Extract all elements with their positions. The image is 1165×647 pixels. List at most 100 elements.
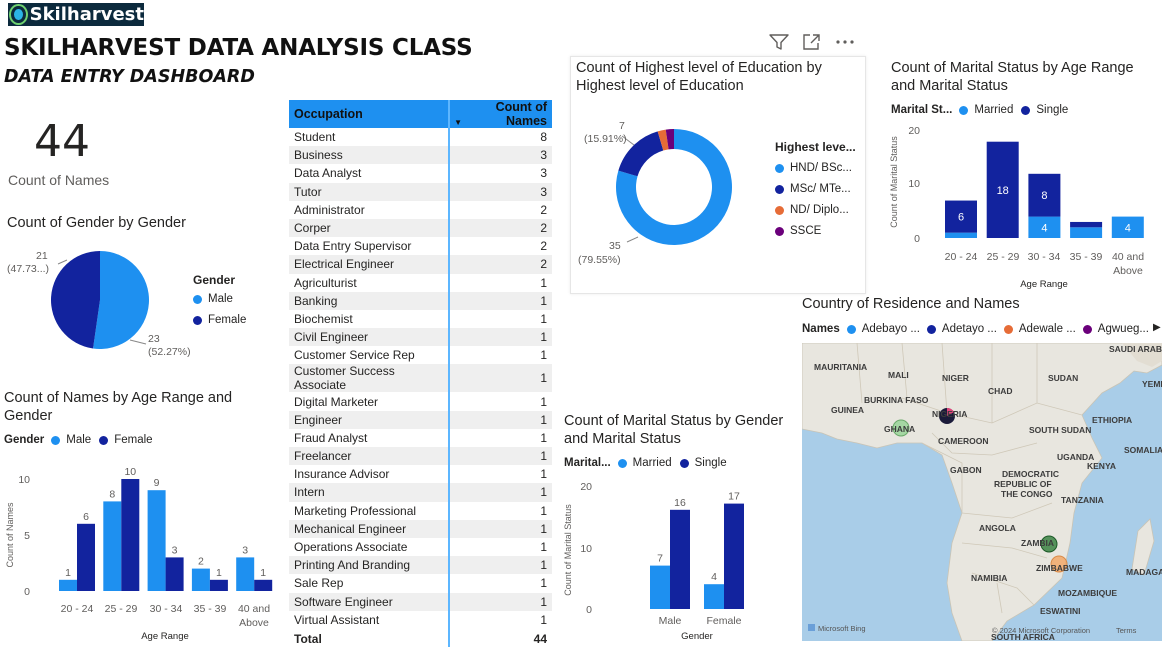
- pie-label-female-value: 21: [36, 250, 48, 262]
- cell-occupation: Virtual Assistant: [294, 612, 380, 627]
- legend-label-male[interactable]: Male: [66, 434, 91, 446]
- table-row[interactable]: Student 8: [289, 128, 552, 147]
- legend-item-female[interactable]: Female: [193, 314, 246, 326]
- table-row[interactable]: Insurance Advisor 1: [289, 465, 552, 484]
- filter-icon[interactable]: [768, 33, 790, 51]
- legend-item[interactable]: ND/ Diplo...: [775, 204, 856, 216]
- legend-label[interactable]: Adetayo ...: [942, 323, 997, 335]
- table-row[interactable]: Data Entry Supervisor 2: [289, 237, 552, 256]
- leader-line-male: [129, 339, 147, 345]
- legend-title: Gender: [193, 273, 236, 287]
- y-tick: 0: [914, 233, 920, 245]
- cell-count: 1: [448, 447, 552, 466]
- table-row[interactable]: Software Engineer 1: [289, 592, 552, 611]
- table-row[interactable]: Customer Service Rep 1: [289, 346, 552, 365]
- cell-count: 1: [448, 465, 552, 484]
- table-row[interactable]: Civil Engineer 1: [289, 328, 552, 347]
- cell-occupation: Engineer: [289, 410, 450, 429]
- table-row[interactable]: Banking 1: [289, 291, 552, 310]
- legend-label-married[interactable]: Married: [974, 104, 1013, 116]
- more-options-icon[interactable]: [834, 33, 856, 51]
- table-row[interactable]: Digital Marketer 1: [289, 392, 552, 411]
- cell-count: 1: [448, 501, 552, 520]
- age-gender-bar-chart[interactable]: Count of Names 0 5 10 20 - 24 25 - 29 30…: [0, 455, 282, 645]
- cell-occupation: Customer Service Rep: [294, 348, 415, 363]
- cell-occupation: Electrical Engineer: [289, 255, 450, 274]
- y-tick: 0: [24, 586, 30, 598]
- legend-dot-icon: [99, 435, 109, 445]
- legend-label[interactable]: Agwueg...: [1098, 323, 1149, 335]
- x-tick: 25 - 29: [105, 603, 138, 615]
- legend-dot-icon: [1003, 324, 1013, 334]
- legend-label-female[interactable]: Female: [114, 434, 152, 446]
- cell-count: 1: [448, 592, 552, 611]
- education-donut-chart[interactable]: 7 (15.91%) 35 (79.55%): [572, 115, 772, 275]
- table-row[interactable]: Corper 2: [289, 218, 552, 238]
- legend-label-married[interactable]: Married: [633, 457, 672, 469]
- table-row[interactable]: Customer Success Associate 1: [289, 364, 552, 393]
- cell-occupation: Student: [294, 130, 336, 145]
- cell-count: 1: [448, 428, 552, 447]
- table-row[interactable]: Virtual Assistant 1: [289, 610, 552, 629]
- table-row[interactable]: Electrical Engineer 2: [289, 255, 552, 274]
- cell-count: 1: [448, 291, 552, 310]
- map-label: GABON: [950, 465, 982, 475]
- y-tick: 5: [24, 530, 30, 542]
- map-label: DEMOCRATIC: [1002, 469, 1059, 479]
- occupation-table[interactable]: Occupation Count of Names ▼ Student 8 Busin…: [289, 100, 554, 647]
- legend-dot-icon: [959, 105, 969, 115]
- table-row[interactable]: Freelancer 1: [289, 447, 552, 466]
- table-row[interactable]: Fraud Analyst 1: [289, 428, 552, 447]
- legend-next-icon[interactable]: ▶: [1153, 322, 1161, 333]
- table-row[interactable]: Marketing Professional 1: [289, 501, 552, 520]
- table-row[interactable]: Administrator 2: [289, 200, 552, 219]
- table-row[interactable]: Intern 1: [289, 483, 552, 502]
- map-label: KENYA: [1087, 461, 1116, 471]
- table-row[interactable]: Printing And Branding 1: [289, 556, 552, 575]
- table-row[interactable]: Business 3: [289, 146, 552, 165]
- donut-label-pct: (15.91%): [584, 133, 627, 145]
- cell-occupation: Insurance Advisor: [294, 467, 390, 482]
- cell-occupation: Freelancer: [289, 447, 450, 466]
- legend-label[interactable]: Adewale ...: [1019, 323, 1076, 335]
- cell-occupation: Operations Associate: [294, 540, 408, 555]
- legend-label-single[interactable]: Single: [695, 457, 727, 469]
- cell-count: 1: [448, 328, 552, 347]
- stack-data-label: 18: [997, 185, 1009, 197]
- legend-dot-icon: [51, 435, 61, 445]
- column-header-count[interactable]: Count of Names ▼: [448, 100, 552, 128]
- legend-item-male[interactable]: Male: [193, 293, 246, 305]
- leader-line-female: [57, 259, 68, 265]
- map-label: MALI: [888, 370, 909, 380]
- y-axis-label: Count of Names: [5, 502, 15, 568]
- table-row[interactable]: Mechanical Engineer 1: [289, 519, 552, 538]
- map-visual[interactable]: MAURITANIA MALI NIGER CHAD SUDAN SAUDI A…: [802, 343, 1162, 641]
- cell-count: 1: [448, 364, 552, 393]
- legend-label[interactable]: Adebayo ...: [862, 323, 920, 335]
- table-row[interactable]: Biochemist 1: [289, 309, 552, 329]
- legend-label-single[interactable]: Single: [1036, 104, 1068, 116]
- donut-label-value: 35: [609, 240, 621, 252]
- table-row[interactable]: Data Analyst 3: [289, 164, 552, 183]
- marital-gender-bar-chart[interactable]: Count of Marital Status 0 10 20 Male Fem…: [558, 472, 798, 644]
- table-row[interactable]: Agriculturist 1: [289, 273, 552, 292]
- legend-item[interactable]: HND/ BSc...: [775, 162, 856, 174]
- cell-occupation: Mechanical Engineer: [289, 519, 450, 538]
- column-header-occupation[interactable]: Occupation: [289, 100, 450, 128]
- marital-age-bar-chart[interactable]: Count of Marital Status 0 10 20 20 - 24 …: [886, 120, 1156, 295]
- bar-data-label: 3: [242, 544, 248, 556]
- focus-mode-icon[interactable]: [802, 33, 822, 51]
- legend-item[interactable]: MSc/ MTe...: [775, 183, 856, 195]
- bar-married-2: [704, 584, 724, 609]
- cell-count: 3: [448, 182, 552, 201]
- table-row[interactable]: Tutor 3: [289, 182, 552, 201]
- table-row[interactable]: Sale Rep 1: [289, 574, 552, 593]
- cell-count: 1: [448, 574, 552, 593]
- legend-dot-icon: [679, 458, 689, 468]
- map-label: MAURITANIA: [814, 362, 867, 372]
- table-row[interactable]: Operations Associate 1: [289, 537, 552, 557]
- legend-item[interactable]: SSCE: [775, 225, 856, 237]
- bar-female-5: [254, 579, 273, 591]
- stack-data-label: 6: [958, 212, 964, 224]
- table-row[interactable]: Engineer 1: [289, 410, 552, 429]
